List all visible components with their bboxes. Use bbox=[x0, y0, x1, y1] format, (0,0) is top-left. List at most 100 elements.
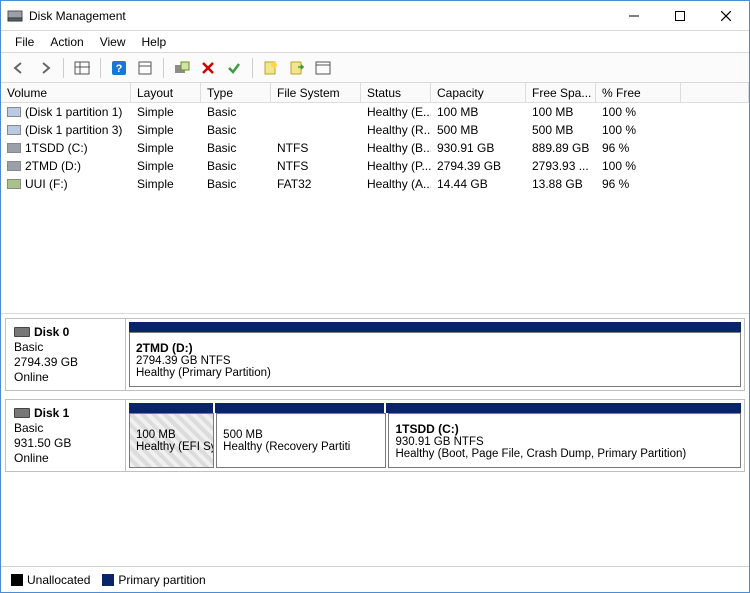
disk-state: Online bbox=[14, 370, 117, 384]
disk-name: Disk 1 bbox=[14, 406, 117, 420]
disk-type: Basic bbox=[14, 421, 117, 435]
window-title: Disk Management bbox=[29, 9, 611, 23]
disk-type: Basic bbox=[14, 340, 117, 354]
volume-type: Basic bbox=[201, 103, 271, 121]
disk-info: Disk 0Basic2794.39 GBOnline bbox=[6, 319, 126, 390]
partition-name: 2TMD (D:) bbox=[136, 341, 734, 355]
refresh-button[interactable] bbox=[133, 56, 157, 80]
volume-free: 2793.93 ... bbox=[526, 157, 596, 175]
svg-text:?: ? bbox=[116, 63, 123, 75]
volume-list-header: Volume Layout Type File System Status Ca… bbox=[1, 83, 749, 103]
maximize-button[interactable] bbox=[657, 1, 703, 30]
toolbar-separator bbox=[63, 58, 64, 78]
export-button[interactable] bbox=[285, 56, 309, 80]
forward-button[interactable] bbox=[33, 56, 57, 80]
volume-row[interactable]: (Disk 1 partition 1)SimpleBasicHealthy (… bbox=[1, 103, 749, 121]
volume-free: 100 MB bbox=[526, 103, 596, 121]
menu-help[interactable]: Help bbox=[136, 33, 173, 51]
volume-rows[interactable]: (Disk 1 partition 1)SimpleBasicHealthy (… bbox=[1, 103, 749, 313]
close-button[interactable] bbox=[703, 1, 749, 30]
volume-icon bbox=[7, 161, 21, 171]
volume-fs bbox=[271, 121, 361, 139]
partition-band bbox=[129, 322, 741, 332]
column-header-filesystem[interactable]: File System bbox=[271, 83, 361, 102]
volume-type: Basic bbox=[201, 175, 271, 193]
menu-view[interactable]: View bbox=[94, 33, 132, 51]
disk-size: 2794.39 GB bbox=[14, 355, 117, 369]
volume-status: Healthy (R... bbox=[361, 121, 431, 139]
volume-layout: Simple bbox=[131, 121, 201, 139]
volume-free: 500 MB bbox=[526, 121, 596, 139]
volume-row[interactable]: (Disk 1 partition 3)SimpleBasicHealthy (… bbox=[1, 121, 749, 139]
properties-button[interactable] bbox=[311, 56, 335, 80]
partition-status: Healthy (Recovery Partiti bbox=[223, 441, 379, 453]
volume-status: Healthy (E... bbox=[361, 103, 431, 121]
partition-detail: 930.91 GB NTFS bbox=[395, 436, 734, 448]
volume-fs: NTFS bbox=[271, 139, 361, 157]
volume-capacity: 100 MB bbox=[431, 103, 526, 121]
volume-status: Healthy (B... bbox=[361, 139, 431, 157]
volume-fs bbox=[271, 103, 361, 121]
minimize-button[interactable] bbox=[611, 1, 657, 30]
disk[interactable]: Disk 1Basic931.50 GBOnline100 MBHealthy … bbox=[5, 399, 745, 472]
partition-box[interactable]: 100 MBHealthy (EFI Syste bbox=[129, 413, 214, 468]
legend: Unallocated Primary partition bbox=[1, 566, 749, 592]
partition-box[interactable]: 500 MBHealthy (Recovery Partiti bbox=[216, 413, 386, 468]
app-icon bbox=[7, 8, 23, 24]
column-header-status[interactable]: Status bbox=[361, 83, 431, 102]
toolbar-separator bbox=[100, 58, 101, 78]
legend-primary-label: Primary partition bbox=[118, 573, 205, 587]
volume-layout: Simple bbox=[131, 175, 201, 193]
volume-pctfree: 100 % bbox=[596, 157, 681, 175]
volume-capacity: 14.44 GB bbox=[431, 175, 526, 193]
volume-status: Healthy (P... bbox=[361, 157, 431, 175]
check-button[interactable] bbox=[222, 56, 246, 80]
volume-free: 13.88 GB bbox=[526, 175, 596, 193]
partition-name: 1TSDD (C:) bbox=[395, 422, 734, 436]
volume-row[interactable]: 1TSDD (C:)SimpleBasicNTFSHealthy (B...93… bbox=[1, 139, 749, 157]
disk-state: Online bbox=[14, 451, 117, 465]
column-header-volume[interactable]: Volume bbox=[1, 83, 131, 102]
partition-box[interactable]: 2TMD (D:)2794.39 GB NTFSHealthy (Primary… bbox=[129, 332, 741, 387]
column-header-capacity[interactable]: Capacity bbox=[431, 83, 526, 102]
volume-fs: FAT32 bbox=[271, 175, 361, 193]
column-header-layout[interactable]: Layout bbox=[131, 83, 201, 102]
volume-name: 1TSDD (C:) bbox=[25, 141, 88, 155]
column-header-pctfree[interactable]: % Free bbox=[596, 83, 681, 102]
volume-icon bbox=[7, 107, 21, 117]
column-header-extra[interactable] bbox=[681, 83, 749, 102]
menu-action[interactable]: Action bbox=[44, 33, 89, 51]
disk[interactable]: Disk 0Basic2794.39 GBOnline2TMD (D:)2794… bbox=[5, 318, 745, 391]
volume-pctfree: 96 % bbox=[596, 175, 681, 193]
volume-row[interactable]: 2TMD (D:)SimpleBasicNTFSHealthy (P...279… bbox=[1, 157, 749, 175]
show-hide-console-button[interactable] bbox=[70, 56, 94, 80]
volume-icon bbox=[7, 125, 21, 135]
back-button[interactable] bbox=[7, 56, 31, 80]
toolbar-separator bbox=[163, 58, 164, 78]
help-button[interactable]: ? bbox=[107, 56, 131, 80]
partition-detail: 2794.39 GB NTFS bbox=[136, 355, 734, 367]
settings-button[interactable] bbox=[170, 56, 194, 80]
volume-row[interactable]: UUI (F:)SimpleBasicFAT32Healthy (A...14.… bbox=[1, 175, 749, 193]
column-header-freespace[interactable]: Free Spa... bbox=[526, 83, 596, 102]
partition-boxes: 100 MBHealthy (EFI Syste500 MBHealthy (R… bbox=[129, 413, 741, 468]
menu-file[interactable]: File bbox=[9, 33, 40, 51]
menu-bar: File Action View Help bbox=[1, 31, 749, 53]
volume-capacity: 500 MB bbox=[431, 121, 526, 139]
volume-pctfree: 96 % bbox=[596, 139, 681, 157]
volume-icon bbox=[7, 179, 21, 189]
new-button[interactable] bbox=[259, 56, 283, 80]
column-header-type[interactable]: Type bbox=[201, 83, 271, 102]
volume-type: Basic bbox=[201, 157, 271, 175]
volume-name: (Disk 1 partition 1) bbox=[25, 105, 122, 119]
delete-button[interactable] bbox=[196, 56, 220, 80]
disk-info: Disk 1Basic931.50 GBOnline bbox=[6, 400, 126, 471]
disk-layout-pane[interactable]: Disk 0Basic2794.39 GBOnline2TMD (D:)2794… bbox=[1, 314, 749, 566]
title-bar: Disk Management bbox=[1, 1, 749, 31]
disk-management-window: Disk Management File Action View Help ? bbox=[0, 0, 750, 593]
window-buttons bbox=[611, 1, 749, 30]
volume-pctfree: 100 % bbox=[596, 103, 681, 121]
volume-list: Volume Layout Type File System Status Ca… bbox=[1, 83, 749, 314]
partition-box[interactable]: 1TSDD (C:)930.91 GB NTFSHealthy (Boot, P… bbox=[388, 413, 741, 468]
disk-partitions: 100 MBHealthy (EFI Syste500 MBHealthy (R… bbox=[126, 400, 744, 471]
